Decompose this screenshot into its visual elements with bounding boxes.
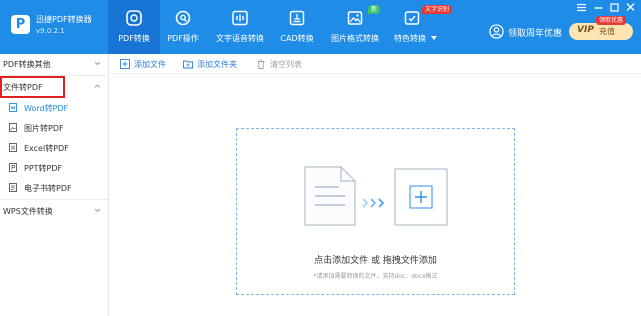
- top-navigation-bar: P 迅捷PDF转换器 v9.0.2.1 PDF转换 PDF操作 文字语音转换 C…: [0, 0, 641, 54]
- item-label: 电子书转PDF: [24, 184, 72, 193]
- recharge-label: 充值: [599, 27, 615, 36]
- divider: [0, 199, 108, 200]
- ppt-file-icon: [9, 163, 17, 172]
- new-badge: 新: [368, 5, 381, 14]
- tab-pdf-operation[interactable]: PDF操作: [160, 0, 206, 54]
- drop-zone-title: 点击添加文件 或 拖拽文件添加: [314, 256, 437, 266]
- item-label: 图片转PDF: [24, 124, 64, 133]
- vip-recharge-button[interactable]: VIP 充值: [569, 23, 633, 40]
- tab-label: CAD转换: [280, 34, 314, 43]
- chevron-down-icon: [431, 36, 437, 40]
- user-icon: [489, 24, 504, 39]
- tab-label: 图片格式转换: [331, 34, 379, 43]
- account-label: 领取周年优惠: [508, 29, 563, 39]
- file-drop-zone[interactable]: 点击添加文件 或 拖拽文件添加 *请添加需要转换的文件，支持doc、docx格式: [236, 128, 515, 295]
- tab-label: PDF操作: [167, 34, 199, 43]
- sidebar-item-image-to-pdf[interactable]: 图片转PDF: [0, 118, 108, 138]
- arrows-icon: [362, 198, 385, 208]
- app-version: v9.0.2.1: [36, 27, 65, 35]
- app-name: 迅捷PDF转换器: [36, 15, 92, 24]
- add-file-plus-icon: [394, 168, 448, 226]
- group-label: WPS文件转换: [3, 207, 53, 216]
- add-file-icon: [120, 59, 130, 69]
- vip-text: VIP: [577, 25, 594, 35]
- add-folder-label: 添加文件夹: [197, 60, 237, 69]
- image-file-icon: [9, 123, 17, 132]
- trash-icon: [257, 59, 265, 69]
- special-convert-icon: [404, 11, 420, 25]
- tab-label: PDF转换: [118, 34, 150, 43]
- item-label: PPT转PDF: [24, 164, 63, 173]
- tab-pdf-convert[interactable]: PDF转换: [108, 0, 160, 54]
- sidebar-item-word-to-pdf[interactable]: Word转PDF: [0, 98, 108, 118]
- drop-zone-hint: *请添加需要转换的文件，支持doc、docx格式: [313, 273, 438, 280]
- highlight-box: [0, 76, 65, 98]
- sidebar-group-wps-convert[interactable]: WPS文件转换: [0, 201, 108, 221]
- sidebar-group-pdf-to-other[interactable]: PDF转换其他: [0, 54, 108, 74]
- app-window: P 迅捷PDF转换器 v9.0.2.1 PDF转换 PDF操作 文字语音转换 C…: [0, 0, 641, 316]
- excel-file-icon: [9, 143, 17, 152]
- group-label: PDF转换其他: [3, 60, 51, 69]
- sidebar-item-ebook-to-pdf[interactable]: 电子书转PDF: [0, 178, 108, 198]
- close-icon[interactable]: [624, 2, 637, 13]
- tab-text-speech[interactable]: 文字语音转换: [211, 0, 269, 54]
- chevron-down-icon: [94, 61, 101, 66]
- sidebar-item-excel-to-pdf[interactable]: Excel转PDF: [0, 138, 108, 158]
- app-logo: P: [11, 15, 30, 34]
- chevron-down-icon: [94, 208, 101, 213]
- ocr-badge: 文字识别: [422, 5, 453, 14]
- add-folder-icon: [183, 60, 193, 69]
- add-file-label: 添加文件: [134, 60, 166, 69]
- cad-convert-icon: [289, 10, 305, 26]
- pdf-operation-icon: [175, 10, 191, 26]
- offer-ribbon: 领取优惠: [596, 16, 627, 25]
- chevron-up-icon: [94, 84, 101, 88]
- file-toolbar: 添加文件 添加文件夹 清空列表: [110, 54, 641, 74]
- tab-label: 特色转换: [394, 34, 426, 43]
- tab-cad-convert[interactable]: CAD转换: [274, 0, 320, 54]
- image-format-icon: [347, 11, 363, 25]
- text-speech-icon: [232, 10, 248, 26]
- pdf-convert-icon: [126, 10, 142, 26]
- document-icon: [304, 166, 356, 226]
- tab-label: 文字语音转换: [216, 34, 264, 43]
- word-file-icon: [9, 103, 17, 112]
- ebook-file-icon: [9, 183, 17, 192]
- sidebar-item-ppt-to-pdf[interactable]: PPT转PDF: [0, 158, 108, 178]
- brand: P 迅捷PDF转换器 v9.0.2.1: [0, 0, 108, 54]
- logo-letter: P: [15, 17, 26, 32]
- clear-list-label: 清空列表: [270, 60, 302, 69]
- file-drop-illustration: [304, 166, 448, 226]
- menu-icon[interactable]: [575, 2, 588, 13]
- item-label: Excel转PDF: [24, 144, 69, 153]
- item-label: Word转PDF: [24, 104, 69, 113]
- maximize-icon[interactable]: [608, 2, 621, 13]
- minimize-icon[interactable]: [592, 2, 605, 13]
